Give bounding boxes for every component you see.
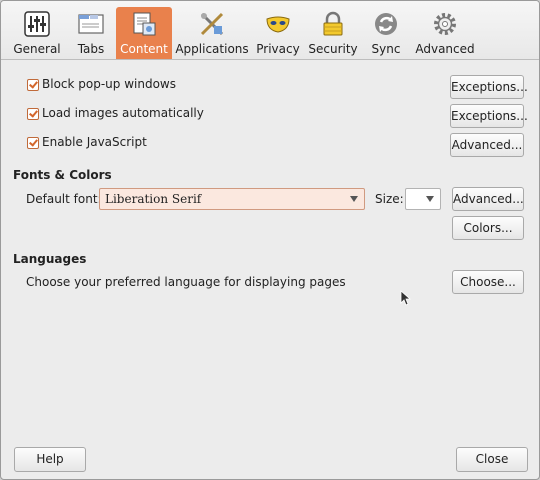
preferences-toolbar: General Tabs Content Applications Privac…	[1, 1, 539, 60]
lock-icon	[323, 11, 343, 36]
close-button[interactable]: Close	[456, 447, 528, 472]
enable-javascript-label: Enable JavaScript	[42, 135, 147, 149]
tab-label: Tabs	[77, 42, 105, 56]
tab-label: Sync	[371, 42, 401, 56]
chevron-down-icon	[350, 196, 358, 202]
load-images-label: Load images automatically	[42, 106, 204, 120]
sync-icon	[375, 13, 397, 35]
tab-advanced[interactable]: Advanced	[415, 7, 475, 59]
choose-language-button[interactable]: Choose...	[452, 270, 524, 294]
tab-content[interactable]: Content	[116, 7, 172, 59]
tab-label: Content	[120, 42, 168, 56]
popup-exceptions-button[interactable]: Exceptions...	[450, 75, 528, 99]
help-button[interactable]: Help	[14, 447, 86, 472]
default-font-label: Default font:	[26, 192, 102, 206]
load-images-checkbox[interactable]	[27, 108, 39, 120]
fonts-colors-heading: Fonts & Colors	[13, 168, 112, 182]
enable-javascript-checkbox[interactable]	[27, 137, 39, 149]
default-font-select[interactable]: Liberation Serif	[99, 188, 365, 210]
colors-button[interactable]: Colors...	[452, 216, 524, 240]
default-font-value: Liberation Serif	[105, 192, 202, 206]
mask-icon	[266, 16, 290, 33]
javascript-advanced-button[interactable]: Advanced...	[450, 133, 524, 157]
images-exceptions-button[interactable]: Exceptions...	[450, 104, 528, 128]
tab-label: Advanced	[415, 42, 475, 56]
font-size-select[interactable]	[405, 188, 441, 210]
applications-icon	[200, 12, 224, 36]
block-popups-checkbox[interactable]	[27, 79, 39, 91]
window-tabs-icon	[78, 14, 104, 34]
block-popups-label: Block pop-up windows	[42, 77, 176, 91]
tab-sync[interactable]: Sync	[363, 7, 409, 59]
tab-label: Applications	[175, 42, 249, 56]
tab-general[interactable]: General	[7, 7, 67, 59]
sliders-icon	[24, 11, 50, 37]
languages-description: Choose your preferred language for displ…	[26, 275, 346, 289]
chevron-down-icon	[426, 196, 434, 202]
tab-privacy[interactable]: Privacy	[253, 7, 303, 59]
content-page-icon	[133, 12, 156, 36]
tab-label: Security	[308, 42, 358, 56]
mouse-pointer-icon	[400, 290, 412, 306]
gear-icon	[434, 13, 456, 35]
tab-security[interactable]: Security	[306, 7, 360, 59]
fonts-advanced-button[interactable]: Advanced...	[452, 187, 524, 211]
tab-label: General	[13, 42, 61, 56]
size-label: Size:	[375, 192, 404, 206]
tab-applications[interactable]: Applications	[175, 7, 249, 59]
languages-heading: Languages	[13, 252, 87, 266]
tab-tabs[interactable]: Tabs	[68, 7, 114, 59]
tab-label: Privacy	[256, 42, 300, 56]
preferences-window: General Tabs Content Applications Privac…	[0, 0, 540, 480]
